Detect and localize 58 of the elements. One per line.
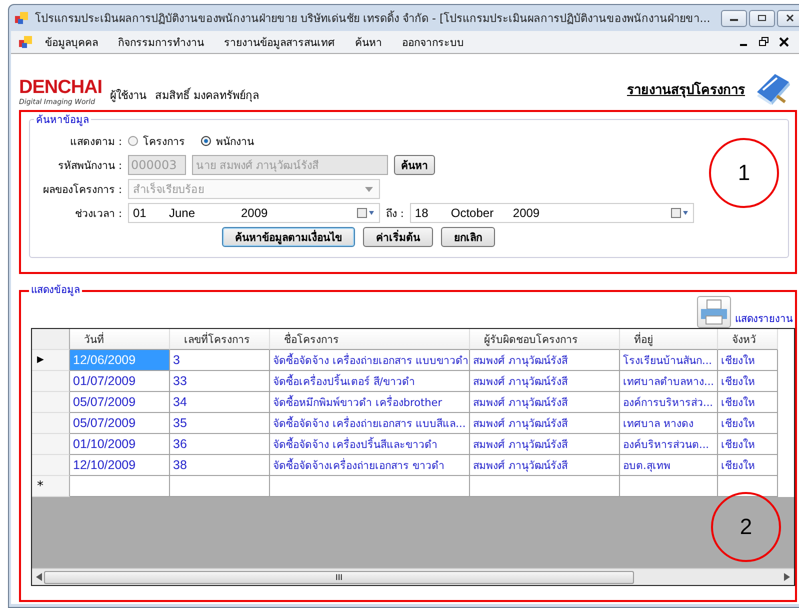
menu-item[interactable]: ค้นหา	[347, 34, 390, 50]
scroll-right-icon[interactable]	[784, 573, 790, 581]
field-label: ผลของโครงการ :	[42, 182, 122, 198]
date-picker[interactable]: 18 October 2009	[410, 203, 694, 223]
radio-button[interactable]	[128, 136, 138, 146]
field-label: รหัสพนักงาน :	[57, 158, 122, 174]
field-label: แสดงตาม :	[69, 134, 122, 150]
app-icon	[15, 11, 29, 25]
table-cell: 12/06/2009	[70, 350, 170, 371]
dropdown-arrow-icon	[365, 186, 373, 192]
column-header[interactable]: จังหวั	[718, 329, 778, 350]
annotation-circle: 1	[709, 138, 779, 208]
app-icon	[19, 35, 33, 49]
radio-button[interactable]	[201, 136, 211, 146]
horizontal-scrollbar[interactable]: III	[32, 568, 794, 585]
action-button[interactable]: ยกเลิก	[441, 227, 495, 247]
close-icon[interactable]	[779, 37, 789, 47]
user-name: สมสิทธิ์ มงคลทรัพย์กุล	[155, 86, 260, 104]
date-picker[interactable]: 01 June 2009	[128, 203, 380, 223]
restore-icon[interactable]	[759, 37, 769, 47]
column-header[interactable]: วันที่	[70, 329, 170, 350]
scroll-thumb[interactable]: III	[44, 570, 634, 584]
column-header[interactable]: ที่อยู่	[620, 329, 718, 350]
user-label: ผู้ใช้งาน	[110, 88, 148, 104]
action-button[interactable]: ค้นหาข้อมูลตามเงื่อนไข	[222, 227, 355, 247]
close-icon	[785, 14, 795, 22]
menu-item[interactable]: ออกจากระบบ	[394, 34, 472, 50]
radio-option[interactable]: โครงการ	[128, 132, 185, 150]
row-header[interactable]: ▶	[32, 350, 70, 371]
minimize-button[interactable]	[721, 10, 747, 26]
company-logo: DENCHAI	[19, 78, 102, 98]
column-header[interactable]: ผู้รับผิดชอบโครงการ	[470, 329, 620, 350]
calendar-icon[interactable]	[357, 208, 375, 218]
report-title: รายงานสรุปโครงการ	[627, 80, 745, 100]
annotation-circle: 2	[711, 492, 781, 562]
new-row-marker: *	[37, 478, 44, 494]
maximize-button[interactable]	[749, 10, 775, 26]
maximize-icon	[757, 14, 767, 22]
find-button[interactable]: ค้นหา	[394, 155, 435, 175]
row-header[interactable]: *	[32, 476, 70, 497]
menu-item[interactable]: รายงานข้อมูลสารสนเทศ	[216, 34, 343, 50]
column-header[interactable]: เลขที่โครงการ	[170, 329, 270, 350]
column-header[interactable]: ชื่อโครงการ	[270, 329, 470, 350]
field-label: ถึง :	[386, 206, 404, 222]
menu-item[interactable]: กิจกรรมการทำงาน	[110, 34, 212, 50]
window-title: โปรแกรมประเมินผลการปฏิบัติงานของพนักงานฝ่ายขาย บริษัทเด่นชัย เทรดดิ้ง จำกัด - [โปรแกรมประเมินผลการปฏิบัติงานของพนักงานฝ่ายขา...	[35, 10, 712, 27]
group-legend: แสดงข้อมูล	[29, 282, 82, 297]
radio-option[interactable]: พนักงาน	[201, 132, 254, 150]
calendar-icon[interactable]	[670, 208, 689, 218]
current-row-marker: ▶	[37, 355, 44, 365]
close-button[interactable]	[777, 10, 799, 26]
action-button[interactable]: ค่าเริ่มต้น	[363, 227, 433, 247]
printer-button[interactable]	[697, 296, 731, 328]
scroll-left-icon[interactable]	[36, 573, 42, 581]
group-legend: ค้นหาข้อมูล	[34, 112, 91, 127]
menu-item[interactable]: ข้อมูลบุคคล	[37, 34, 106, 50]
show-report-link[interactable]: แสดงรายงาน	[735, 311, 793, 328]
field-label: ช่วงเวลา :	[74, 206, 122, 222]
